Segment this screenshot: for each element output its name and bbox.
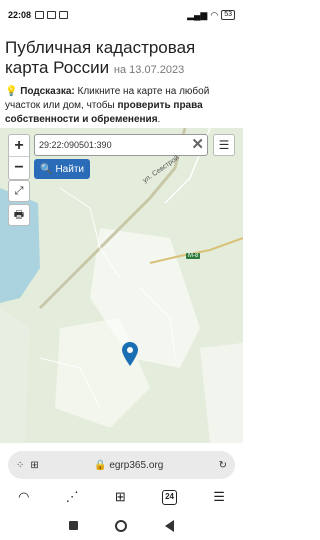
zoom-control: + − (8, 134, 30, 180)
home-icon[interactable]: ◠ (18, 489, 29, 505)
fullscreen-button[interactable]: ⤢ (8, 180, 30, 202)
hint-text: 💡 Подсказка: Кликните на карте на любой … (5, 85, 238, 127)
share-icon[interactable]: ⋰ (66, 489, 79, 505)
find-button[interactable]: 🔍 Найти (34, 159, 90, 179)
menu-icon: ☰ (218, 138, 230, 152)
tab-switcher-button[interactable]: 24 (162, 489, 178, 505)
cadastral-map[interactable]: + − ⤢ 🖶 ✕ 🔍 Найти ☰ ул. Севстрой М-8 (0, 128, 243, 443)
browser-address-bar: ⁘ ⊞ 🔒 egrp365.org ↻ (0, 447, 243, 483)
system-navigation-bar (0, 511, 243, 540)
find-button-label: Найти (55, 163, 84, 175)
page-date: на 13.07.2023 (113, 64, 185, 76)
site-settings-icon[interactable]: ⊞ (30, 460, 38, 471)
battery-icon: 53 (221, 10, 235, 20)
url-value: egrp365.org (109, 459, 164, 471)
back-button[interactable] (165, 519, 175, 532)
expand-icon: ⤢ (14, 184, 24, 197)
layers-menu-button[interactable]: ☰ (213, 134, 235, 156)
notification-icon (47, 11, 57, 19)
browser-toolbar: ◠ ⋰ ⊞ 24 ☰ (0, 483, 243, 511)
url-text[interactable]: 🔒 egrp365.org (45, 460, 213, 471)
page-header: Публичная кадастровая карта России на 13… (0, 30, 243, 127)
page-title: Публичная кадастровая карта России на 13… (5, 38, 238, 80)
zoom-in-button[interactable]: + (9, 135, 29, 157)
home-button[interactable] (115, 519, 128, 532)
url-box[interactable]: ⁘ ⊞ 🔒 egrp365.org ↻ (8, 451, 235, 479)
print-button[interactable]: 🖶 (8, 204, 30, 226)
status-time: 22:08 (8, 10, 32, 20)
search-icon: 🔍 (40, 163, 53, 175)
highway-badge: М-8 (186, 253, 201, 259)
menu-icon[interactable]: ☰ (213, 489, 225, 505)
recent-apps-button[interactable] (68, 521, 78, 530)
signal-icon: ▂▄▆ (187, 9, 208, 20)
status-bar: 22:08 ▂▄▆ ◠ 53 (0, 0, 243, 30)
extensions-icon[interactable]: ⁘ (16, 460, 24, 471)
new-tab-icon[interactable]: ⊞ (115, 489, 126, 505)
printer-icon: 🖶 (13, 208, 25, 221)
wifi-icon: ◠ (210, 9, 219, 20)
location-pin-icon[interactable] (122, 342, 138, 366)
notification-icon (59, 11, 69, 19)
reload-icon[interactable]: ↻ (219, 460, 227, 471)
hint-label: Подсказка: (20, 86, 75, 97)
notification-icon (35, 11, 45, 19)
zoom-out-button[interactable]: − (9, 157, 29, 179)
cadastral-number-input[interactable] (39, 140, 189, 150)
hint-end: . (157, 114, 161, 125)
lightbulb-icon: 💡 (5, 86, 18, 97)
cadastral-search-box: ✕ (34, 134, 208, 156)
lock-icon: 🔒 (94, 459, 107, 471)
clear-icon[interactable]: ✕ (191, 137, 204, 153)
